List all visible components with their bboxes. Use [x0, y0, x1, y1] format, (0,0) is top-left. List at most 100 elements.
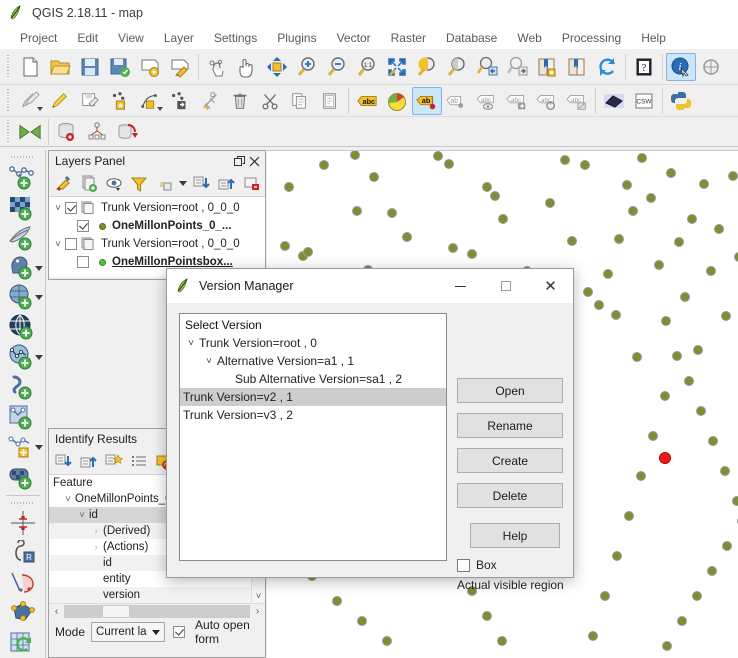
- add-delimited-text-layer-icon[interactable]: [3, 223, 43, 253]
- chevron-down-icon[interactable]: [34, 295, 43, 301]
- zoom-to-selection-icon[interactable]: [412, 53, 442, 81]
- chevron-down-icon[interactable]: [179, 181, 187, 186]
- remove-layer-icon[interactable]: [240, 173, 264, 195]
- menu-settings[interactable]: Settings: [204, 29, 267, 47]
- toolbar-grip[interactable]: [5, 119, 12, 144]
- new-print-composer-icon[interactable]: [135, 53, 165, 81]
- zoom-last-icon[interactable]: [472, 53, 502, 81]
- map-point[interactable]: [732, 496, 738, 506]
- map-point[interactable]: [693, 345, 703, 355]
- map-point[interactable]: [594, 300, 604, 310]
- box-checkbox[interactable]: [457, 558, 470, 572]
- add-group-icon[interactable]: [77, 173, 101, 195]
- map-point[interactable]: [467, 249, 477, 259]
- map-point[interactable]: [332, 596, 342, 606]
- chevron-down-icon[interactable]: ˅: [51, 239, 65, 250]
- expand-tree-icon[interactable]: [102, 451, 126, 473]
- minimize-icon[interactable]: [438, 270, 483, 302]
- python-console-icon[interactable]: [666, 87, 696, 115]
- cut-features-icon[interactable]: [255, 87, 285, 115]
- menu-view[interactable]: View: [108, 29, 154, 47]
- mode-select[interactable]: Current la: [91, 622, 166, 642]
- map-point[interactable]: [707, 566, 717, 576]
- map-point[interactable]: [560, 155, 570, 165]
- menu-project[interactable]: Project: [10, 29, 67, 47]
- add-postgis-layer-icon[interactable]: [3, 253, 43, 283]
- identify-horizontal-scrollbar[interactable]: ‹ ›: [49, 603, 265, 619]
- chevron-down-icon[interactable]: ˅: [75, 510, 89, 521]
- map-point[interactable]: [357, 616, 367, 626]
- chevron-down-icon[interactable]: [34, 355, 43, 361]
- chevron-down-icon[interactable]: ˅: [61, 494, 75, 505]
- version-tree-row[interactable]: Sub Alternative Version=sa1 , 2: [180, 370, 446, 388]
- scroll-left-icon[interactable]: ‹: [49, 606, 64, 617]
- measure-icon[interactable]: [696, 53, 726, 81]
- map-point[interactable]: [433, 151, 443, 161]
- raster-calculator-icon[interactable]: R: [3, 538, 43, 568]
- layer-visibility-checkbox[interactable]: [77, 256, 89, 268]
- map-point[interactable]: [580, 160, 590, 170]
- map-point[interactable]: [350, 151, 360, 160]
- scroll-right-icon[interactable]: ›: [250, 606, 265, 617]
- map-point[interactable]: [588, 631, 598, 641]
- map-point[interactable]: [280, 241, 290, 251]
- help-button[interactable]: Help: [470, 523, 560, 548]
- layer-row[interactable]: ˅ Trunk Version=root , 0_0_0: [51, 235, 265, 253]
- pan-to-selection-icon[interactable]: [262, 53, 292, 81]
- refresh-icon[interactable]: [592, 53, 622, 81]
- layers-tree[interactable]: ˅ Trunk Version=root , 0_0_0 OneMillonPo…: [49, 197, 265, 277]
- delete-button[interactable]: Delete: [457, 483, 563, 508]
- zoom-full-icon[interactable]: [382, 53, 412, 81]
- map-point[interactable]: [734, 252, 738, 262]
- open-project-icon[interactable]: [45, 53, 75, 81]
- menu-help[interactable]: Help: [631, 29, 676, 47]
- scrollbar-thumb[interactable]: [102, 605, 130, 618]
- chevron-down-icon[interactable]: [34, 265, 43, 271]
- map-point[interactable]: [666, 168, 676, 178]
- new-geopackage-layer-icon[interactable]: [3, 462, 43, 492]
- new-project-icon[interactable]: [15, 53, 45, 81]
- version-tree-row[interactable]: ˅ Trunk Version=root , 0: [180, 334, 446, 352]
- new-shapefile-layer-icon[interactable]: [3, 432, 43, 462]
- add-wcs-layer-icon[interactable]: [3, 372, 43, 402]
- map-point[interactable]: [696, 406, 706, 416]
- toolbar-grip[interactable]: [10, 499, 35, 506]
- map-point[interactable]: [444, 159, 454, 169]
- save-layer-edits-icon[interactable]: [75, 87, 105, 115]
- create-button[interactable]: Create: [457, 448, 563, 473]
- auto-open-form-checkbox[interactable]: [173, 626, 186, 638]
- topology-checker-icon[interactable]: [82, 118, 112, 146]
- zoom-native-icon[interactable]: 1:1: [352, 53, 382, 81]
- map-point[interactable]: [482, 182, 492, 192]
- map-point[interactable]: [624, 511, 634, 521]
- add-wms-wmts-layer-icon[interactable]: [3, 312, 43, 342]
- open-button[interactable]: Open: [457, 378, 563, 403]
- map-point[interactable]: [706, 266, 716, 276]
- map-point[interactable]: [720, 466, 730, 476]
- add-wfs-layer-icon[interactable]: [3, 342, 43, 372]
- grass-toolbar-icon[interactable]: [15, 118, 45, 146]
- menu-processing[interactable]: Processing: [552, 29, 631, 47]
- map-point[interactable]: [632, 352, 642, 362]
- map-point[interactable]: [677, 616, 687, 626]
- menu-vector[interactable]: Vector: [327, 29, 381, 47]
- label-abc-icon[interactable]: abc: [352, 87, 382, 115]
- identify-features-icon[interactable]: i: [666, 52, 696, 81]
- chevron-down-icon[interactable]: [34, 444, 43, 450]
- chevron-down-icon[interactable]: ˅: [183, 338, 199, 349]
- identify-tree-row[interactable]: version: [49, 587, 265, 603]
- toolbar-grip[interactable]: [10, 154, 35, 160]
- db-manager-icon[interactable]: [52, 118, 82, 146]
- georeferencer-icon[interactable]: [3, 508, 43, 538]
- chevron-down-icon[interactable]: ˅: [201, 356, 217, 367]
- toggle-editing-icon[interactable]: [45, 87, 75, 115]
- map-point[interactable]: [722, 541, 732, 551]
- layer-row[interactable]: ˅ Trunk Version=root , 0_0_0: [51, 199, 265, 217]
- map-point[interactable]: [545, 198, 555, 208]
- geoprocessing-icon[interactable]: [599, 87, 629, 115]
- pin-labels-icon[interactable]: ab: [412, 86, 442, 115]
- vector-analysis-icon[interactable]: [3, 568, 43, 598]
- map-point[interactable]: [628, 206, 638, 216]
- add-virtual-layer-icon[interactable]: [3, 402, 43, 432]
- map-point[interactable]: [660, 391, 670, 401]
